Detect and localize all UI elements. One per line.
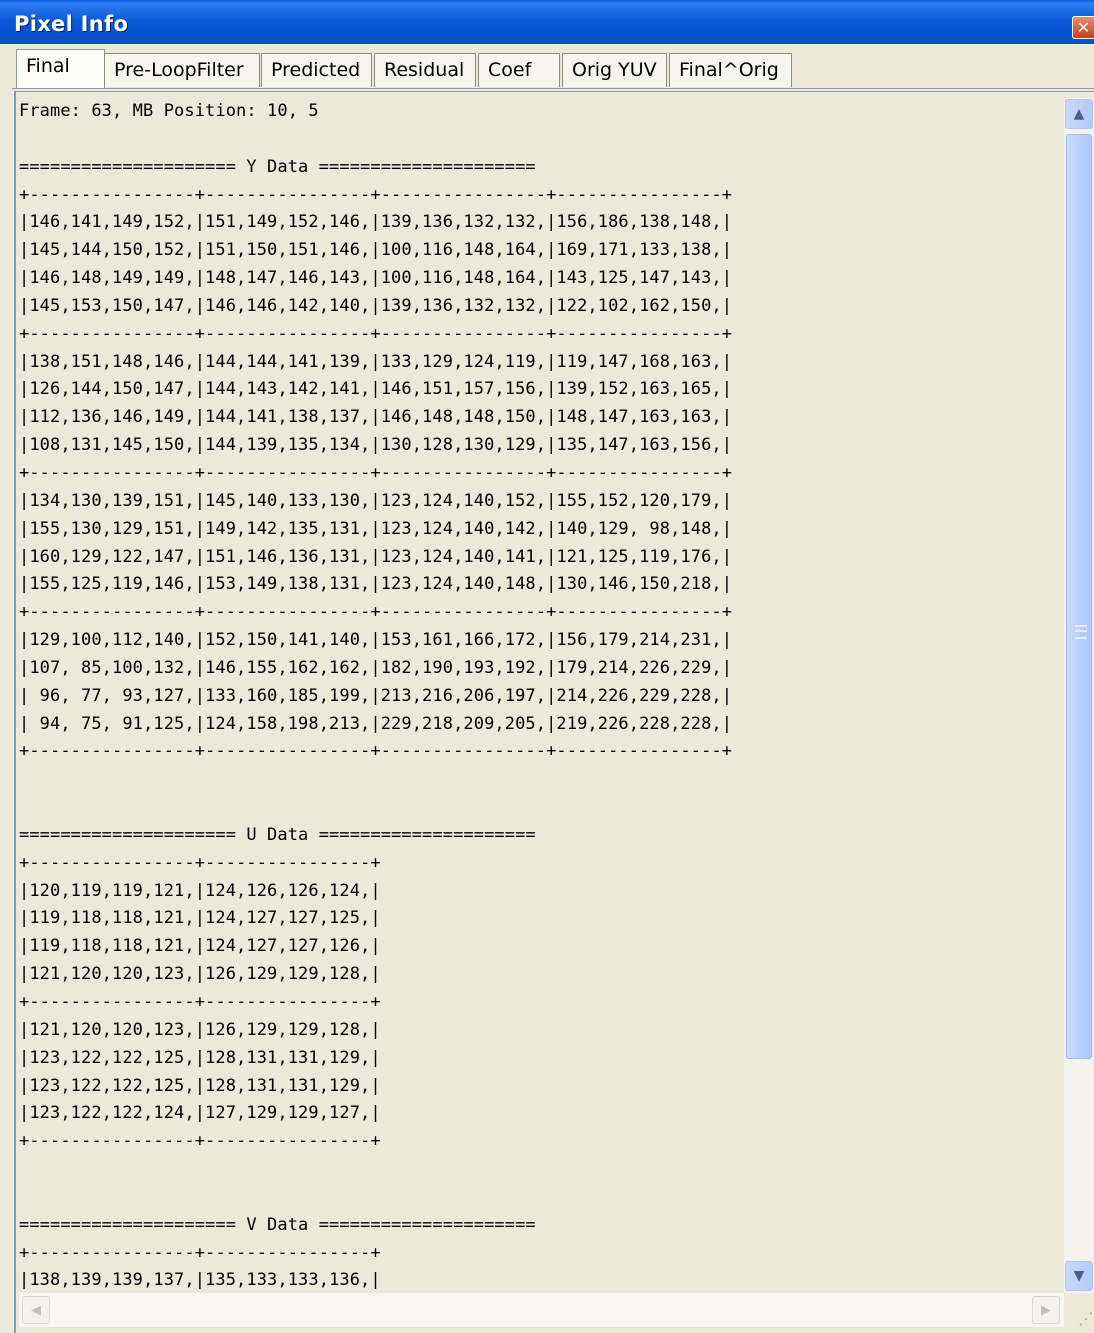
vertical-scrollbar[interactable]: ▲ ▼ — [1064, 98, 1094, 1293]
tab-coef[interactable]: Coef — [478, 53, 560, 87]
tab-divider — [12, 88, 1094, 89]
scroll-up-arrow-icon: ▲ — [1073, 106, 1085, 122]
pixel-info-text[interactable]: Frame: 63, MB Position: 10, 5 ==========… — [19, 98, 1060, 1293]
close-button[interactable]: ✕ — [1072, 16, 1094, 39]
tab-predicted[interactable]: Predicted — [261, 53, 372, 87]
title-bar[interactable]: Pixel Info ✕ — [0, 0, 1094, 44]
scroll-left-button[interactable]: ◀ — [22, 1296, 50, 1324]
resize-grip-icon[interactable]: ⋰ — [1066, 1298, 1094, 1328]
tab-final[interactable]: Final — [16, 49, 105, 89]
scroll-left-arrow-icon: ◀ — [31, 1302, 41, 1318]
grip-icon — [1075, 625, 1087, 639]
close-icon: ✕ — [1076, 17, 1091, 37]
tab-pre-loopfilter[interactable]: Pre-LoopFilter — [104, 53, 260, 87]
tab-bar: Final Pre-LoopFilter Predicted Residual … — [0, 44, 1094, 91]
scroll-down-arrow-icon: ▼ — [1073, 1268, 1085, 1284]
horizontal-scrollbar[interactable]: ◀ ▶ — [19, 1293, 1064, 1327]
vertical-scroll-thumb[interactable] — [1066, 134, 1092, 1059]
tab-orig-yuv[interactable]: Orig YUV — [562, 53, 667, 87]
scroll-down-button[interactable]: ▼ — [1065, 1261, 1093, 1291]
window-title: Pixel Info — [14, 12, 129, 36]
tab-final-xor-orig[interactable]: Final^Orig — [669, 53, 792, 87]
pixel-data-text: Frame: 63, MB Position: 10, 5 ==========… — [19, 101, 733, 1291]
scroll-right-button[interactable]: ▶ — [1032, 1296, 1060, 1324]
tab-residual[interactable]: Residual — [374, 53, 476, 87]
scroll-right-arrow-icon: ▶ — [1041, 1302, 1051, 1318]
scroll-up-button[interactable]: ▲ — [1065, 99, 1093, 129]
